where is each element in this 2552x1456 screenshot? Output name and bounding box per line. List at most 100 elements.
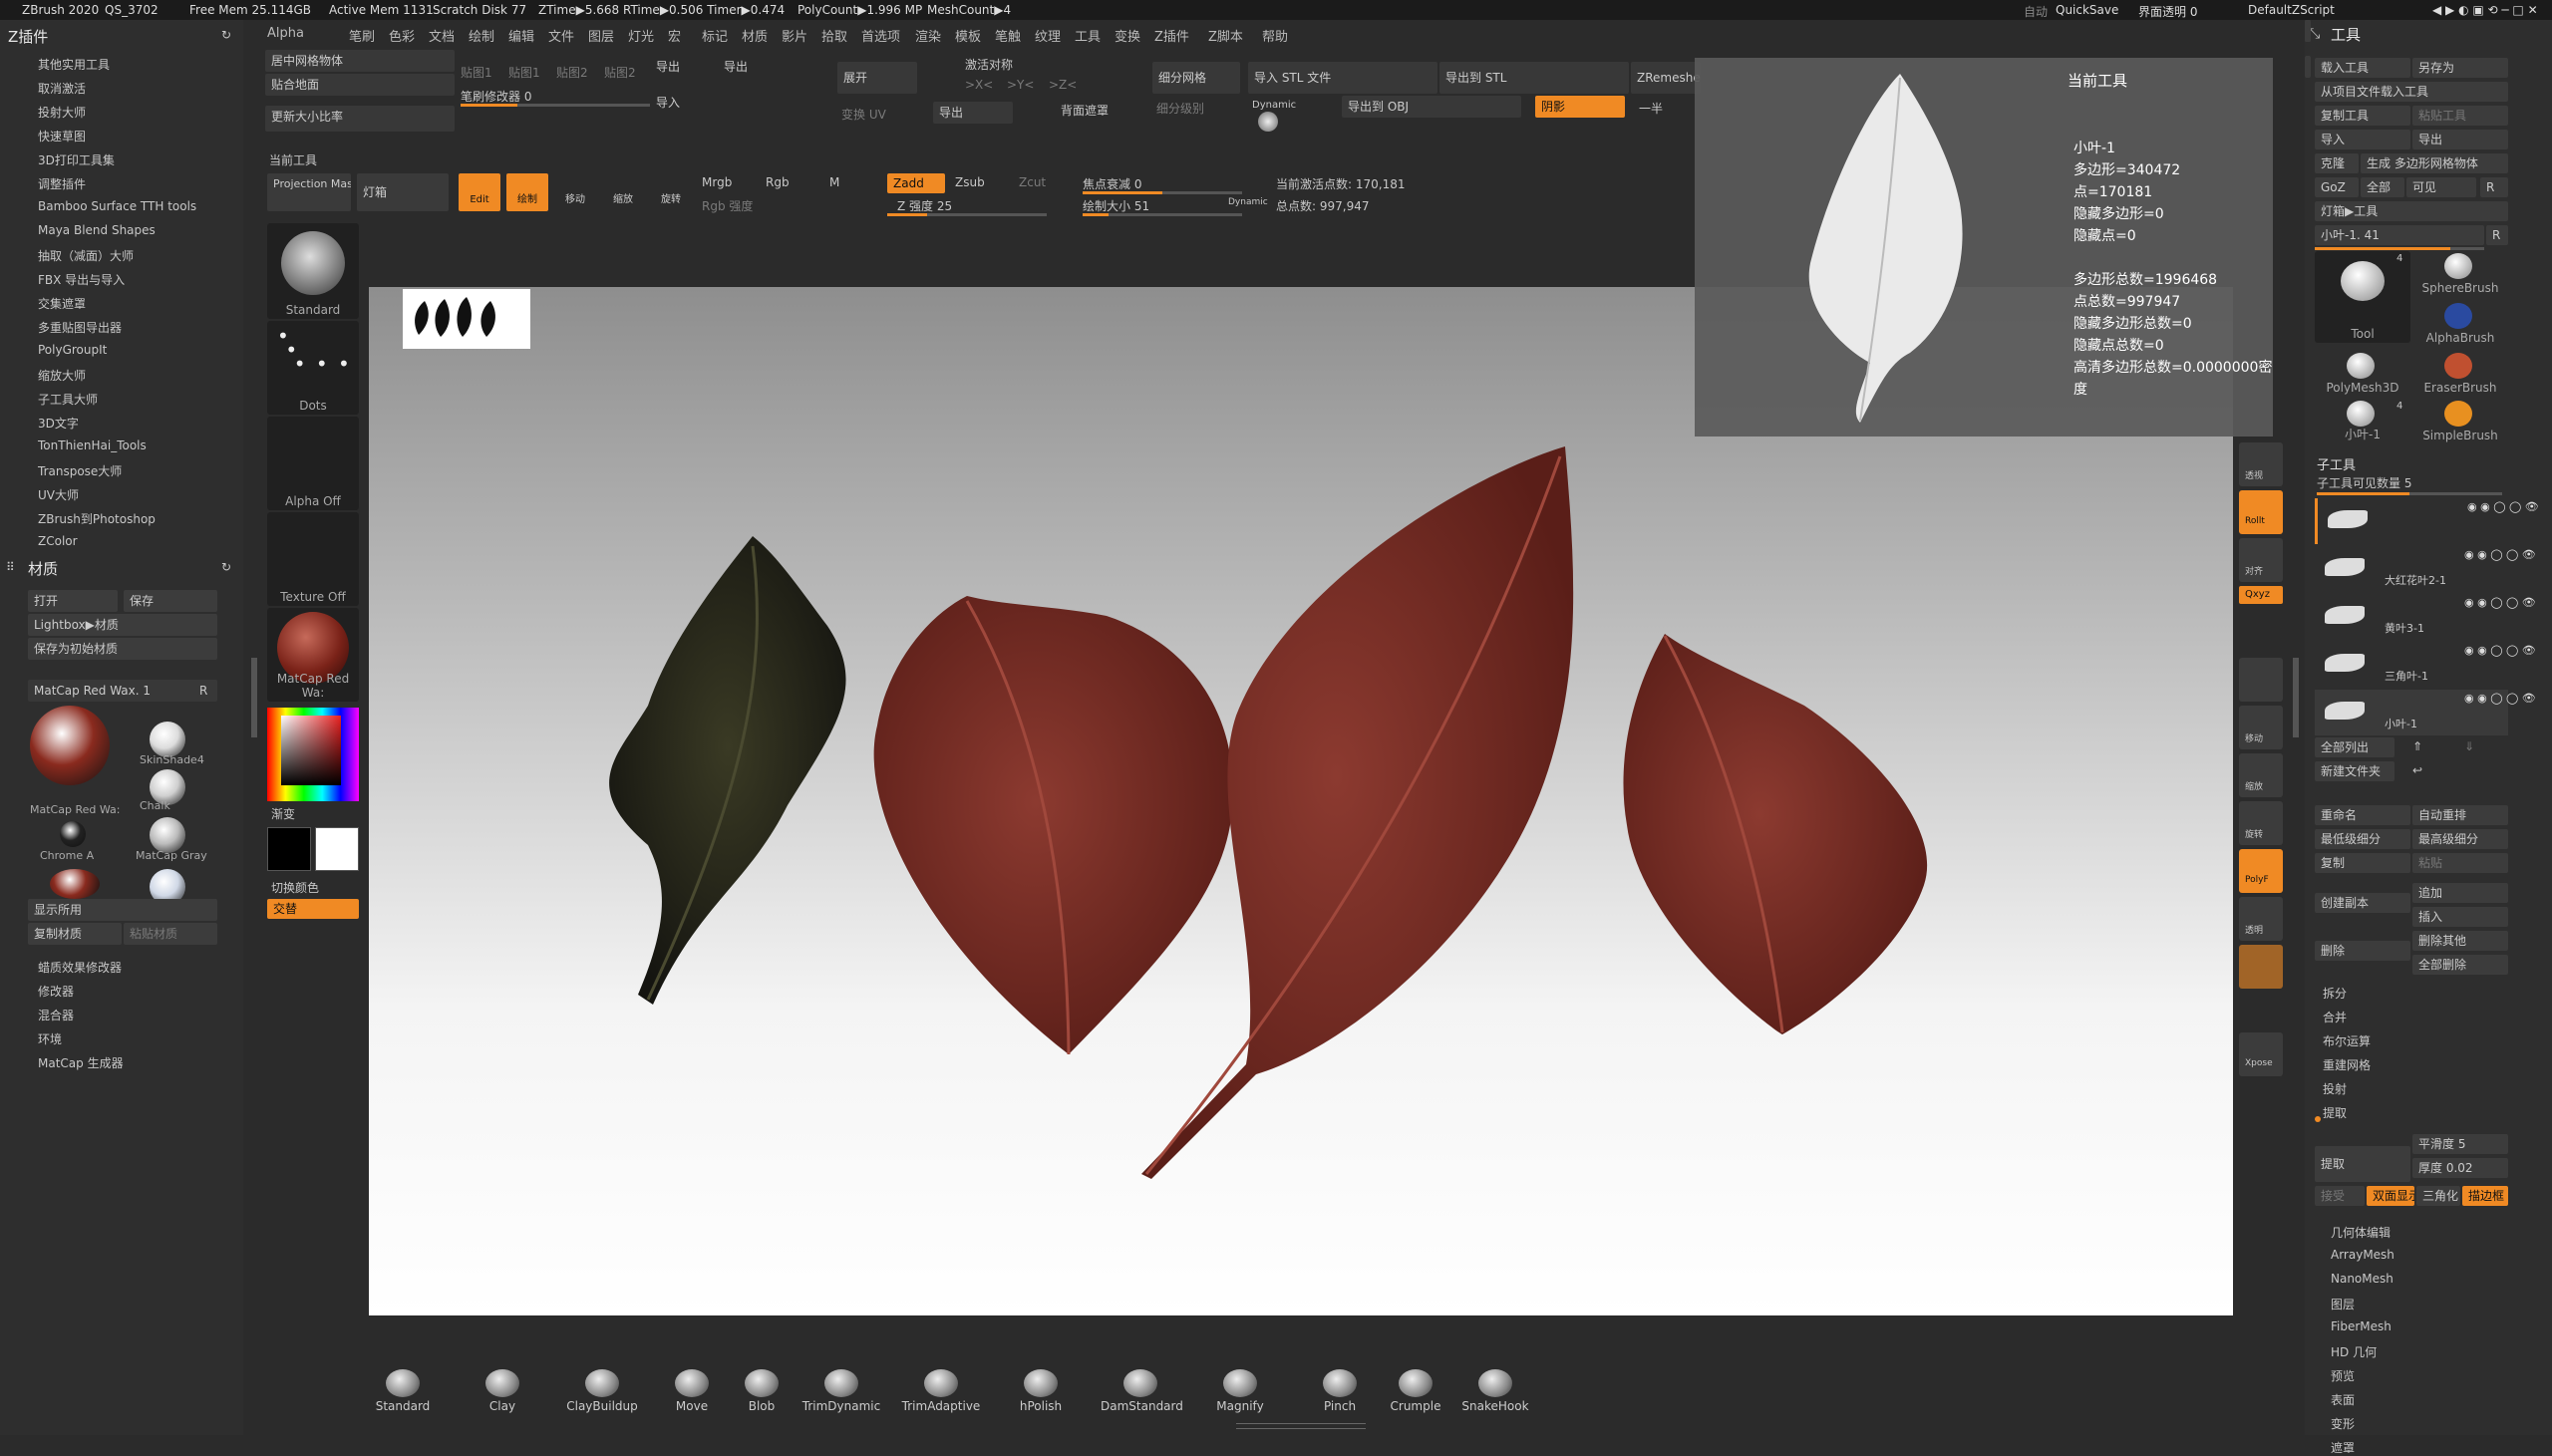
material-submenu[interactable]: 蜡质效果修改器: [38, 959, 122, 976]
lightbox-tool-button[interactable]: 灯箱▶工具: [2315, 201, 2508, 221]
tool-thumb-5[interactable]: 小叶-1 4: [2315, 399, 2410, 444]
plugin-item[interactable]: ZBrush到Photoshop: [38, 510, 156, 527]
symmetry-label[interactable]: 激活对称: [965, 56, 1013, 73]
persp-button[interactable]: 透视: [2239, 442, 2283, 486]
plugin-item[interactable]: 调整插件: [38, 175, 86, 192]
plugin-item[interactable]: 缩放大师: [38, 367, 86, 384]
load-tool-button[interactable]: 载入工具: [2315, 58, 2410, 78]
material-copy-button[interactable]: 复制材质: [28, 923, 122, 945]
menu-item-10[interactable]: 标记: [702, 26, 728, 45]
menu-item-19[interactable]: 工具: [1075, 26, 1101, 45]
brush-12[interactable]: SnakeHook: [1455, 1369, 1535, 1413]
export2-label[interactable]: 导出: [718, 56, 778, 78]
tool-submenu[interactable]: HD 几何: [2331, 1343, 2377, 1360]
plugin-item[interactable]: TonThienHai_Tools: [38, 438, 147, 452]
update-ratio-button[interactable]: 更新大小比率: [265, 106, 455, 132]
move-button[interactable]: 移动: [554, 173, 596, 211]
subtool-down-icon[interactable]: ⇓: [2464, 739, 2474, 753]
list-all-button[interactable]: 全部列出: [2315, 737, 2394, 757]
plugin-item[interactable]: 多重贴图导出器: [38, 319, 122, 336]
current-brush[interactable]: Standard: [267, 223, 359, 319]
plugin-item[interactable]: 3D文字: [38, 415, 79, 432]
tool-submenu[interactable]: 表面: [2331, 1391, 2355, 1408]
xpose-button[interactable]: Xpose: [2239, 1032, 2283, 1076]
material-submenu[interactable]: 环境: [38, 1030, 62, 1047]
tcorner-button[interactable]: 三角化: [2416, 1186, 2460, 1206]
map1b-label[interactable]: 贴图1: [508, 64, 540, 81]
zoom-view-button[interactable]: 缩放: [2239, 753, 2283, 797]
rgb-intensity-slider[interactable]: Rgb 强度: [702, 197, 753, 214]
material-r-button[interactable]: R: [199, 684, 207, 698]
copy-tool-button[interactable]: 复制工具: [2315, 106, 2410, 126]
tool-section-item[interactable]: 布尔运算: [2323, 1032, 2371, 1049]
thickness-slider[interactable]: 厚度 0.02: [2412, 1158, 2508, 1178]
subtool-row[interactable]: ◉ ◉ ◯ ◯ 👁: [2315, 498, 2539, 544]
paste-subtool-button[interactable]: 粘贴: [2412, 853, 2508, 873]
delete-all-button[interactable]: 全部删除: [2412, 955, 2508, 975]
plugin-item[interactable]: 抽取（减面）大师: [38, 247, 134, 264]
brush-2[interactable]: ClayBuildup: [562, 1369, 642, 1413]
ghost-button[interactable]: [2239, 945, 2283, 989]
tool-submenu[interactable]: FiberMesh: [2331, 1319, 2392, 1333]
menu-item-5[interactable]: 编辑: [508, 26, 534, 45]
alpha-selector[interactable]: Alpha Off: [267, 417, 359, 510]
plugin-item[interactable]: Transpose大师: [38, 462, 122, 479]
brush-5[interactable]: TrimDynamic: [801, 1369, 881, 1413]
tool-thumb-3[interactable]: PolyMesh3D: [2315, 351, 2410, 397]
brush-8[interactable]: DamStandard: [1101, 1369, 1183, 1413]
export-uv-button[interactable]: 导出: [933, 102, 1013, 124]
goz-button[interactable]: GoZ: [2315, 177, 2359, 197]
tool-section-item[interactable]: 提取: [2323, 1104, 2347, 1121]
export-label[interactable]: 导出: [650, 56, 714, 78]
focal-shift-track[interactable]: [1083, 191, 1242, 194]
right-scrollbar[interactable]: [2293, 658, 2299, 737]
subtool-up-icon[interactable]: ⇑: [2412, 739, 2422, 753]
refresh-icon[interactable]: ↻: [221, 28, 231, 42]
zcut-button[interactable]: Zcut: [1019, 175, 1046, 189]
material-submenu[interactable]: 混合器: [38, 1007, 74, 1023]
tool-r2-button[interactable]: R: [2486, 225, 2508, 245]
clone-button[interactable]: 克隆: [2315, 153, 2359, 173]
material-save-button[interactable]: 保存: [124, 590, 217, 612]
export-obj-button[interactable]: 导出到 OBJ: [1342, 96, 1521, 118]
brush-4[interactable]: Blob: [722, 1369, 801, 1413]
frame-button[interactable]: [2239, 658, 2283, 702]
double-sided-button[interactable]: 双面显示: [2367, 1186, 2414, 1206]
stroke-selector[interactable]: • • • • • Dots: [267, 321, 359, 415]
quicksave-button[interactable]: QuickSave: [2056, 3, 2118, 17]
plugin-item[interactable]: 3D打印工具集: [38, 151, 115, 168]
menu-item-20[interactable]: 变换: [1115, 26, 1140, 45]
delete-button[interactable]: 删除: [2315, 941, 2410, 961]
unfold-button[interactable]: 展开: [837, 62, 917, 94]
ui-transparency[interactable]: 界面透明 0: [2138, 3, 2197, 20]
menu-item-18[interactable]: 纹理: [1035, 26, 1061, 45]
brush-1[interactable]: Clay: [463, 1369, 542, 1413]
lightbox-button[interactable]: 灯箱: [357, 173, 449, 211]
subtool-row[interactable]: ◉ ◉ ◯ ◯ 👁 三角叶-1: [2315, 642, 2536, 688]
tool-section-item[interactable]: 拆分: [2323, 985, 2347, 1002]
tool-section-item[interactable]: 合并: [2323, 1009, 2347, 1025]
create-copy-button[interactable]: 创建副本: [2315, 893, 2410, 913]
main-color-swatch[interactable]: [267, 827, 311, 871]
zsub-button[interactable]: Zsub: [955, 175, 985, 189]
new-folder-button[interactable]: 新建文件夹: [2315, 761, 2394, 781]
smoothness-slider[interactable]: 平滑度 5: [2412, 1134, 2508, 1154]
insert-button[interactable]: 插入: [2412, 907, 2508, 927]
qxyz-button[interactable]: Qxyz: [2239, 586, 2283, 604]
dynamic-size-toggle[interactable]: Dynamic: [1228, 197, 1268, 207]
alternate-button[interactable]: 交替: [267, 899, 359, 919]
tool-thumb-6[interactable]: SimpleBrush: [2412, 399, 2508, 444]
subtool-eye-icon[interactable]: ◉ ◉ ◯ ◯ 👁: [2464, 644, 2536, 657]
map2b-label[interactable]: 贴图2: [604, 64, 636, 81]
menu-item-17[interactable]: 笔触: [995, 26, 1021, 45]
flip-uv-button[interactable]: 变换 UV: [841, 106, 886, 123]
scale-button[interactable]: 缩放: [602, 173, 644, 211]
menu-item-1[interactable]: 笔刷: [349, 26, 375, 45]
current-tool-track[interactable]: [2315, 247, 2484, 250]
plugin-item[interactable]: 取消激活: [38, 80, 86, 97]
material-submenu[interactable]: MatCap 生成器: [38, 1054, 124, 1071]
red-leaf-4[interactable]: [1623, 634, 1928, 1034]
delete-other-button[interactable]: 删除其他: [2412, 931, 2508, 951]
rename-button[interactable]: 重命名: [2315, 805, 2410, 825]
brush-10[interactable]: Pinch: [1300, 1369, 1380, 1413]
